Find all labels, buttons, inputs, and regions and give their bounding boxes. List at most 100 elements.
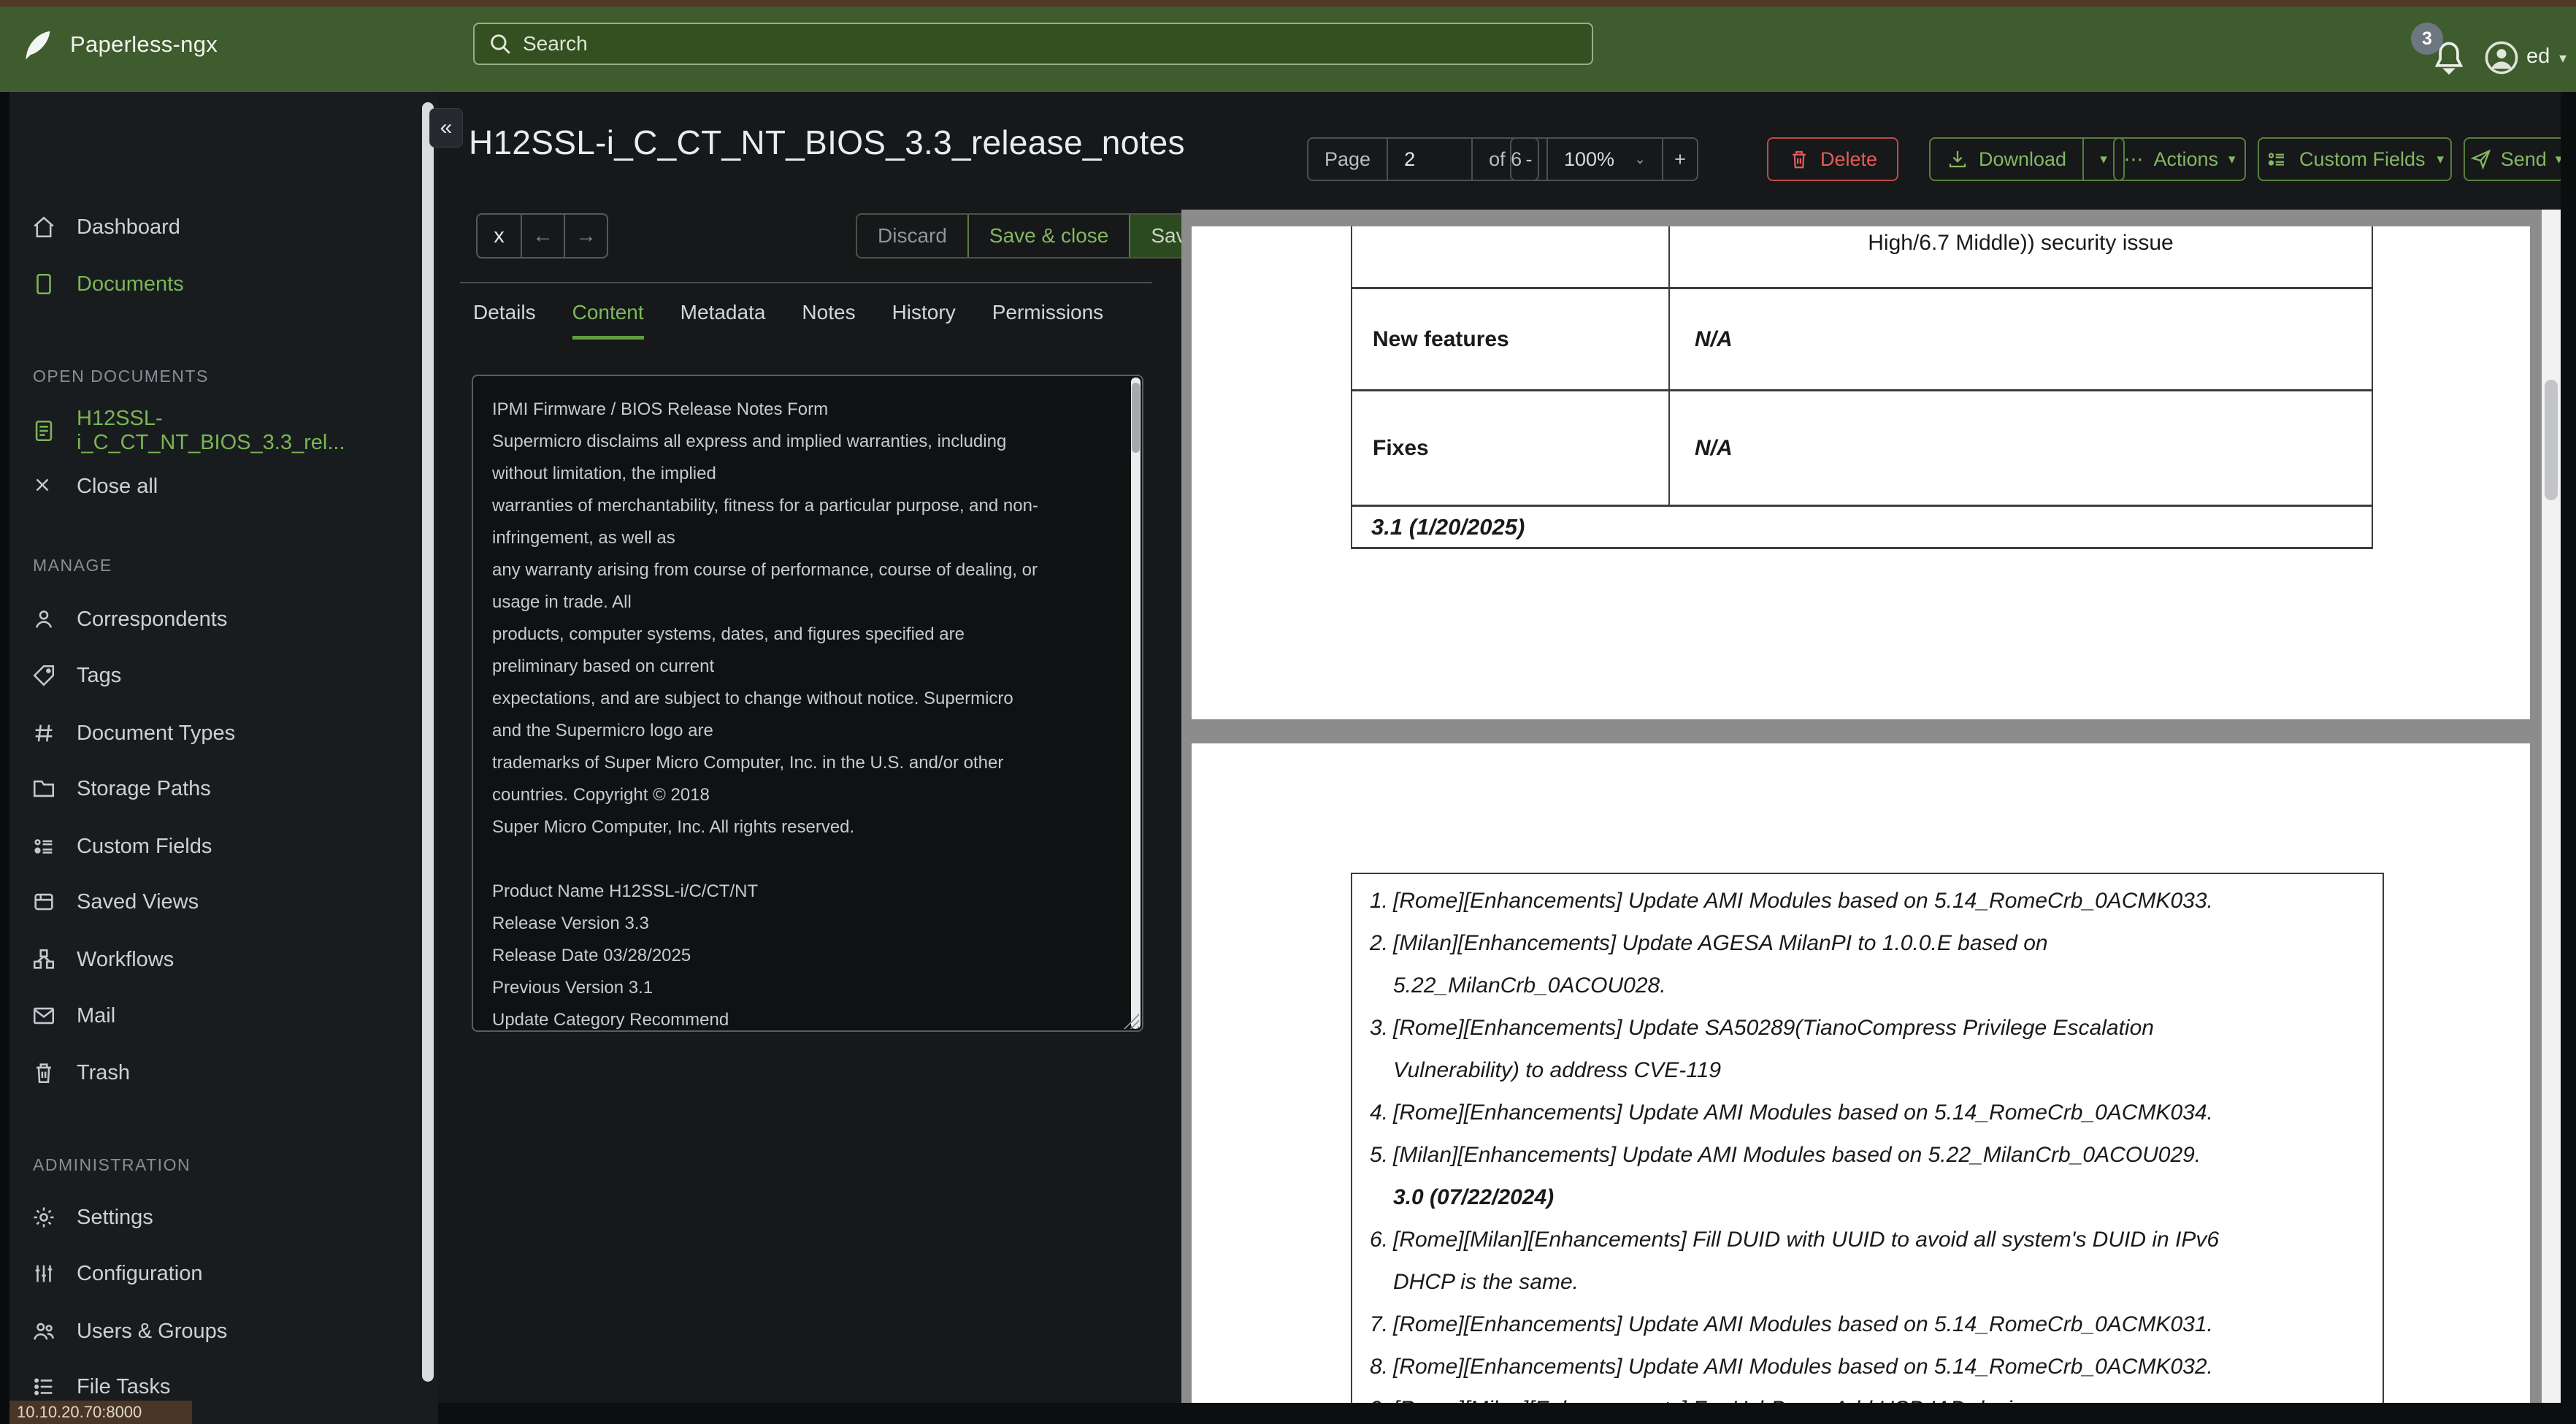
sidebar-item-settings[interactable]: Settings <box>31 1195 396 1239</box>
page-input[interactable] <box>1404 148 1456 171</box>
tab-metadata[interactable]: Metadata <box>681 301 766 340</box>
user-avatar[interactable] <box>2483 39 2521 77</box>
tab-permissions[interactable]: Permissions <box>992 301 1103 340</box>
task-list-icon <box>31 1374 56 1399</box>
zoom-out-button[interactable]: - <box>1511 139 1546 180</box>
chevron-down-icon: ⌄ <box>1634 151 1646 167</box>
send-button[interactable]: Send ▾ <box>2464 137 2569 181</box>
sidebar-scrollbar[interactable] <box>422 102 434 1382</box>
table-row: New features N/A <box>1352 289 2372 391</box>
app-brand[interactable]: Paperless-ngx <box>22 28 218 61</box>
users-icon <box>31 1319 56 1344</box>
release-notes-table: High/6.7 Middle)) security issue New fea… <box>1351 226 2373 549</box>
browser-top-strip <box>0 0 2576 7</box>
sidebar-item-storage-paths[interactable]: Storage Paths <box>31 767 396 811</box>
sidebar: Dashboard Documents OPEN DOCUMENTS H12SS… <box>9 92 438 1424</box>
content-editor: IPMI Firmware / BIOS Release Notes Form … <box>472 375 1143 1032</box>
sidebar-item-documents[interactable]: Documents <box>31 262 396 306</box>
sidebar-item-label: Mail <box>77 1003 116 1027</box>
row-value: N/A <box>1695 435 1733 460</box>
collapse-panel-button[interactable]: « <box>429 108 463 148</box>
zoom-controls: - 100% ⌄ + <box>1510 137 1698 181</box>
caret-down-icon: ▾ <box>2437 151 2445 167</box>
folder-icon <box>31 776 56 801</box>
sidebar-item-label: Document Types <box>77 721 236 745</box>
search-icon <box>488 31 513 56</box>
sliders-icon <box>31 1261 56 1286</box>
sidebar-item-label: File Tasks <box>77 1374 171 1398</box>
sidebar-close-all[interactable]: Close all <box>31 464 396 508</box>
list-item: 3. [Rome][Enhancements] Update SA50289(Ti… <box>1370 1016 2154 1082</box>
tab-history[interactable]: History <box>892 301 956 340</box>
sidebar-item-trash[interactable]: Trash <box>31 1051 396 1095</box>
close-document-button[interactable]: x <box>478 215 521 257</box>
document-tabs: Details Content Metadata Notes History P… <box>473 301 1103 340</box>
sidebar-item-configuration[interactable]: Configuration <box>31 1252 396 1295</box>
save-and-close-button[interactable]: Save & close <box>967 215 1131 257</box>
app-header: Paperless-ngx 3 ed ▾ <box>0 7 2576 92</box>
download-icon <box>1947 148 1969 170</box>
search-input[interactable] <box>523 32 1579 55</box>
global-search[interactable] <box>473 23 1593 65</box>
administration-header: ADMINISTRATION <box>33 1155 191 1174</box>
sidebar-item-label: Correspondents <box>77 607 228 631</box>
sidebar-item-mail[interactable]: Mail <box>31 994 396 1038</box>
pdf-preview: High/6.7 Middle)) security issue New fea… <box>1181 210 2561 1403</box>
sidebar-item-label: Dashboard <box>77 215 180 239</box>
person-icon <box>31 607 56 632</box>
status-url-tooltip: 10.10.20.70:8000 <box>9 1401 192 1424</box>
tab-notes[interactable]: Notes <box>802 301 855 340</box>
sidebar-item-users-groups[interactable]: Users & Groups <box>31 1309 396 1353</box>
version-heading: 3.0 (07/22/2024) <box>1393 1185 1555 1209</box>
caret-down-icon: ▾ <box>2100 151 2107 167</box>
chevron-down-icon: ▾ <box>2559 50 2567 66</box>
sidebar-item-custom-fields[interactable]: Custom Fields <box>31 824 396 868</box>
tab-details[interactable]: Details <box>473 301 536 340</box>
gear-icon <box>31 1205 56 1230</box>
sidebar-item-saved-views[interactable]: Saved Views <box>31 880 396 924</box>
user-menu[interactable]: ed <box>2526 45 2550 69</box>
send-icon <box>2470 148 2492 170</box>
row-label: Fixes <box>1352 391 1670 505</box>
next-document-button[interactable]: → <box>564 215 607 257</box>
content-scrollbar-thumb[interactable] <box>1132 383 1140 453</box>
actions-button[interactable]: ⋯ Actions ▾ <box>2113 137 2246 181</box>
notifications-button[interactable]: 3 <box>2411 23 2471 83</box>
custom-fields-button[interactable]: Custom Fields ▾ <box>2258 137 2452 181</box>
trash-icon <box>1788 148 1810 170</box>
panel-divider <box>460 282 1152 283</box>
list-item: 8. [Rome][Enhancements] Update AMI Module… <box>1370 1355 2213 1379</box>
delete-button[interactable]: Delete <box>1767 137 1898 181</box>
list-item: 6. [Rome][Milan][Enhancements] Fill DUID … <box>1370 1228 2220 1294</box>
download-button[interactable]: Download <box>1931 139 2082 180</box>
custom-fields-label: Custom Fields <box>2299 148 2426 170</box>
zoom-level-select[interactable]: 100% ⌄ <box>1546 139 1662 180</box>
tab-content[interactable]: Content <box>572 301 644 340</box>
sidebar-item-correspondents[interactable]: Correspondents <box>31 597 396 641</box>
discard-button[interactable]: Discard <box>857 215 967 257</box>
close-all-label: Close all <box>77 474 158 498</box>
app-title: Paperless-ngx <box>70 31 218 57</box>
boxes-icon <box>31 947 56 972</box>
content-textarea[interactable]: IPMI Firmware / BIOS Release Notes Form … <box>473 376 1142 1030</box>
delete-label: Delete <box>1820 148 1878 170</box>
zoom-in-button[interactable]: + <box>1662 139 1697 180</box>
sidebar-item-document-types[interactable]: Document Types <box>31 711 396 755</box>
previous-document-button[interactable]: ← <box>521 215 564 257</box>
save-button-group: Discard Save & close Save <box>856 213 1220 259</box>
sidebar-open-document[interactable]: H12SSL-i_C_CT_NT_BIOS_3.3_rel... <box>31 407 396 454</box>
preview-scrollbar-thumb[interactable] <box>2545 380 2558 500</box>
sidebar-item-label: Trash <box>77 1060 131 1084</box>
list-item: 7. [Rome][Enhancements] Update AMI Module… <box>1370 1312 2213 1336</box>
close-icon <box>31 474 56 499</box>
version-row: 3.1 (1/20/2025) <box>1352 507 2372 549</box>
content-scrollbar-track[interactable] <box>1131 378 1141 1029</box>
actions-label: Actions <box>2153 148 2218 170</box>
tag-icon <box>31 663 56 688</box>
open-document-label: H12SSL-i_C_CT_NT_BIOS_3.3_rel... <box>77 407 345 454</box>
sidebar-item-dashboard[interactable]: Dashboard <box>31 205 396 249</box>
sidebar-item-tags[interactable]: Tags <box>31 654 396 697</box>
sidebar-item-workflows[interactable]: Workflows <box>31 938 396 981</box>
document-nav-buttons: x ← → <box>476 213 608 259</box>
manage-header: MANAGE <box>33 555 112 575</box>
